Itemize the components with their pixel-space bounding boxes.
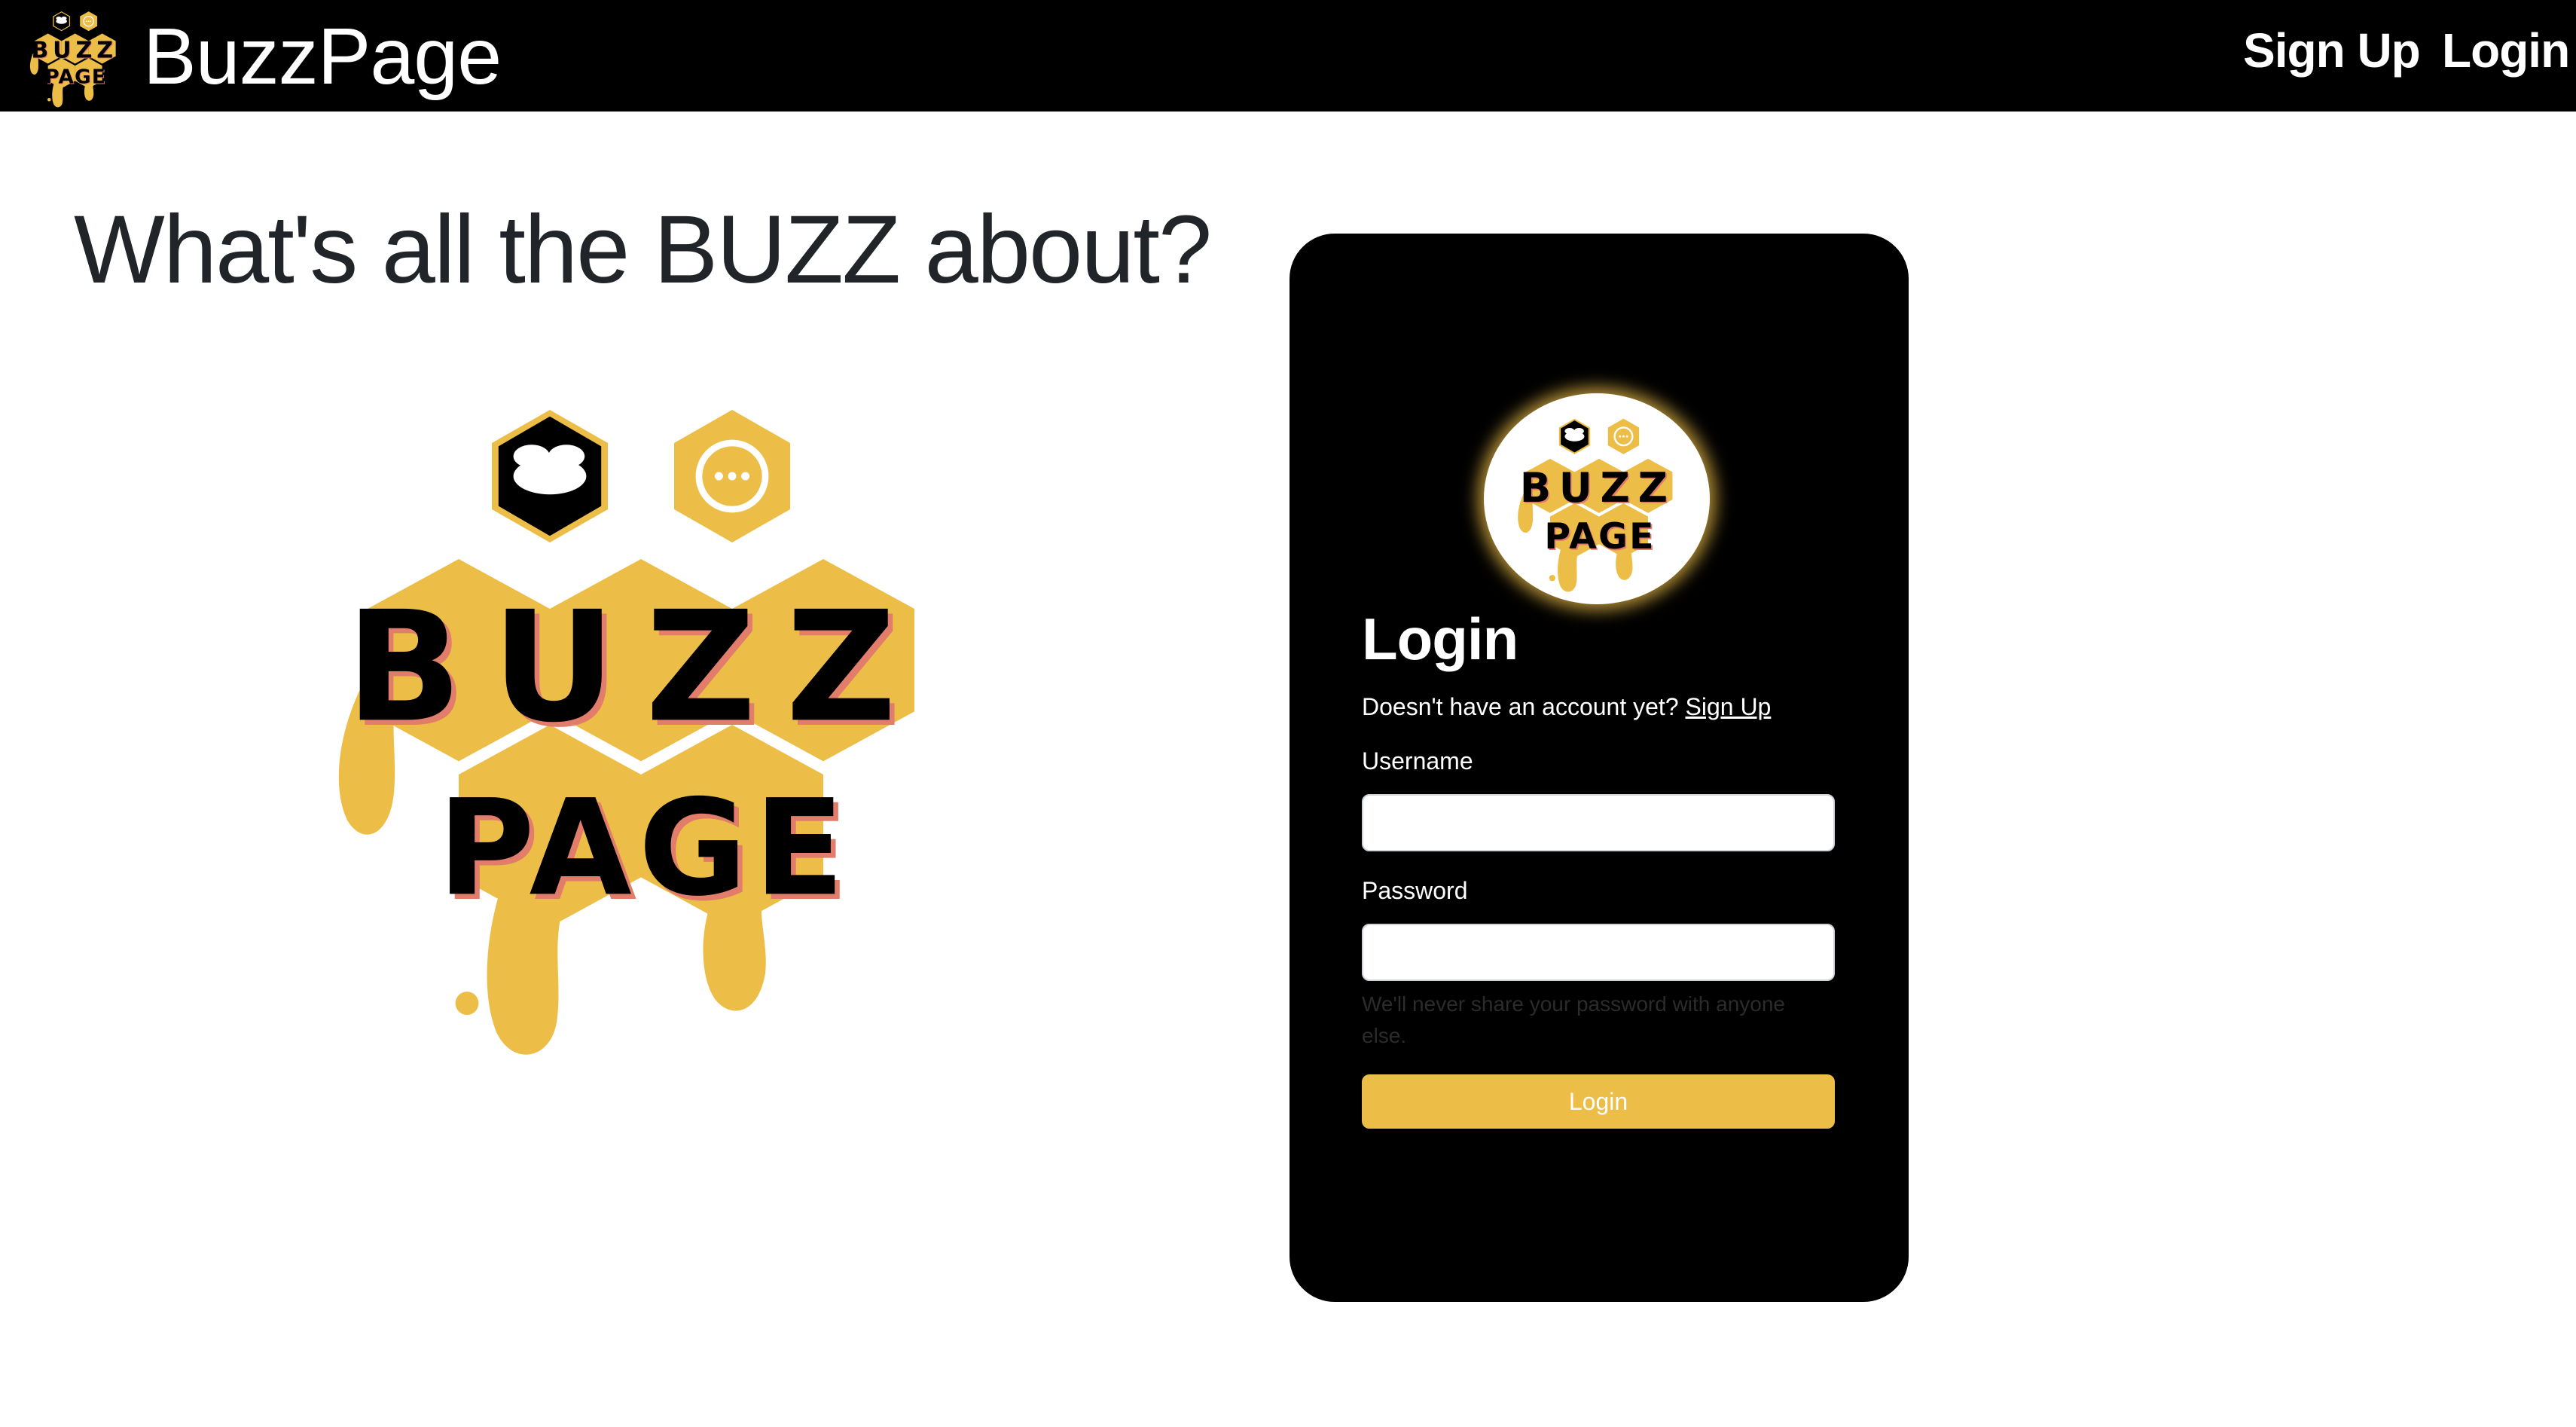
login-title: Login — [1362, 606, 1518, 672]
hero-headline: What's all the BUZZ about? — [74, 196, 1212, 304]
password-help-text: We'll never share your password with any… — [1362, 992, 1785, 1047]
nav-signup-link[interactable]: Sign Up — [2243, 17, 2421, 84]
card-logo-circle — [1484, 393, 1710, 604]
signup-prompt-text: Doesn't have an account yet? — [1362, 693, 1679, 720]
buzzpage-hero-logo — [301, 339, 964, 1077]
nav-login-link[interactable]: Login — [2442, 17, 2570, 84]
buzzpage-logo-icon[interactable] — [21, 2, 127, 110]
password-input[interactable] — [1362, 924, 1835, 981]
login-submit-button[interactable]: Login — [1362, 1074, 1835, 1129]
top-navbar: BuzzPage Sign Up Login — [0, 0, 2576, 112]
card-signup-link[interactable]: Sign Up — [1686, 693, 1772, 720]
signup-prompt: Doesn't have an account yet? Sign Up — [1362, 689, 1771, 725]
username-input[interactable] — [1362, 794, 1835, 851]
password-label: Password — [1362, 877, 1468, 904]
buzzpage-card-logo — [1506, 401, 1687, 597]
brand-link[interactable]: BuzzPage — [143, 8, 502, 105]
login-card: Login Doesn't have an account yet? Sign … — [1290, 234, 1909, 1302]
username-label: Username — [1362, 747, 1473, 775]
